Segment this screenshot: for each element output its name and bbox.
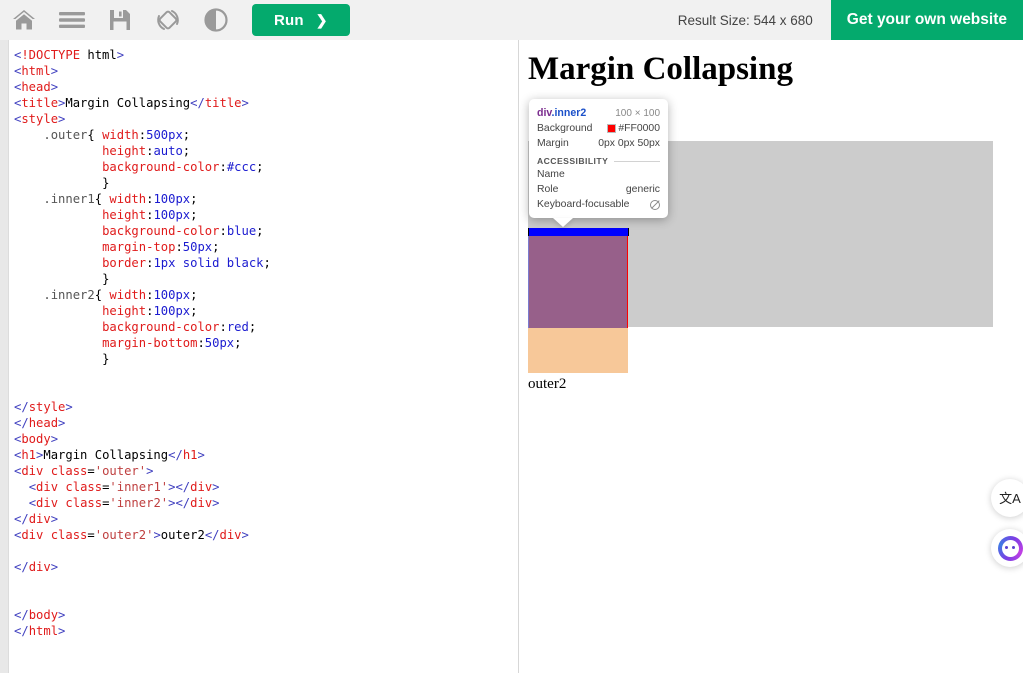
inspector-role-label: Role bbox=[537, 184, 559, 195]
inspector-name-row: Name bbox=[537, 167, 660, 182]
chat-orb-face bbox=[1001, 539, 1019, 557]
inspector-background-row: Background #FF0000 bbox=[537, 121, 660, 136]
inspector-keyboard-row: Keyboard-focusable bbox=[537, 197, 660, 212]
inner2-div-highlight[interactable] bbox=[528, 236, 628, 329]
home-button[interactable] bbox=[0, 0, 48, 40]
translate-icon: 文A bbox=[999, 490, 1021, 506]
inspector-keyboard-value bbox=[650, 199, 660, 210]
inspector-role-value: generic bbox=[625, 184, 660, 195]
devtools-inspector-tooltip: div.inner2 100 × 100 Background #FF0000 … bbox=[529, 99, 668, 218]
inspector-selector: div.inner2 bbox=[537, 106, 586, 121]
inner2-margin-highlight bbox=[528, 328, 628, 373]
inspector-background-label: Background bbox=[537, 123, 593, 134]
menu-icon bbox=[58, 10, 86, 30]
run-button[interactable]: Run ❯ bbox=[252, 4, 350, 36]
inspector-background-value: #FF0000 bbox=[618, 123, 660, 134]
not-allowed-icon bbox=[650, 199, 660, 210]
color-swatch-icon bbox=[607, 124, 617, 133]
inspector-accessibility-label: ACCESSIBILITY bbox=[537, 156, 609, 166]
menu-button[interactable] bbox=[48, 0, 96, 40]
inspector-margin-value: 0px 0px 50px bbox=[598, 138, 660, 149]
rotate-icon bbox=[155, 7, 181, 33]
contrast-icon bbox=[204, 8, 228, 32]
inspector-background-value-wrap: #FF0000 bbox=[607, 121, 660, 136]
outer2-div[interactable]: outer2 bbox=[528, 375, 566, 393]
save-icon bbox=[108, 8, 132, 32]
chat-assistant-button[interactable] bbox=[991, 529, 1023, 567]
inspector-keyboard-label: Keyboard-focusable bbox=[537, 199, 630, 210]
result-preview-pane[interactable]: Margin Collapsing outer2 div.inner2 100 … bbox=[520, 40, 1023, 673]
run-button-label: Run bbox=[274, 11, 304, 29]
inspector-name-label: Name bbox=[537, 169, 565, 180]
page-title: Margin Collapsing bbox=[528, 51, 793, 87]
inspector-margin-label: Margin bbox=[537, 138, 569, 149]
divider bbox=[614, 160, 660, 162]
code-editor-pane[interactable]: <!DOCTYPE html> <html> <head> <title>Mar… bbox=[0, 40, 519, 673]
inspector-dimensions: 100 × 100 bbox=[615, 108, 660, 119]
inspector-selector-tag: div bbox=[537, 107, 552, 119]
get-your-own-website-label: Get your own website bbox=[846, 11, 1007, 28]
chevron-right-icon: ❯ bbox=[315, 11, 328, 28]
rendered-page: Margin Collapsing outer2 div.inner2 100 … bbox=[520, 40, 1023, 673]
editor-gutter bbox=[0, 40, 9, 673]
inspector-header-row: div.inner2 100 × 100 bbox=[537, 106, 660, 121]
code-editor-text[interactable]: <!DOCTYPE html> <html> <head> <title>Mar… bbox=[14, 47, 271, 639]
translate-widget-button[interactable]: 文A bbox=[991, 479, 1023, 517]
inspector-role-row: Role generic bbox=[537, 182, 660, 197]
chat-assistant-orb-icon bbox=[997, 535, 1023, 561]
save-button[interactable] bbox=[96, 0, 144, 40]
get-your-own-website-button[interactable]: Get your own website bbox=[830, 0, 1023, 40]
inspector-selector-class: .inner2 bbox=[551, 107, 587, 119]
inspector-accessibility-header: ACCESSIBILITY bbox=[537, 156, 660, 166]
theme-toggle-button[interactable] bbox=[192, 0, 240, 40]
inspector-margin-row: Margin 0px 0px 50px bbox=[537, 136, 660, 151]
toolbar: Run ❯ Result Size: 544 x 680 Get your ow… bbox=[0, 0, 1023, 40]
home-icon bbox=[11, 8, 37, 32]
result-size-label: Result Size: 544 x 680 bbox=[677, 12, 813, 28]
orientation-button[interactable] bbox=[144, 0, 192, 40]
inner1-div[interactable] bbox=[528, 228, 629, 236]
